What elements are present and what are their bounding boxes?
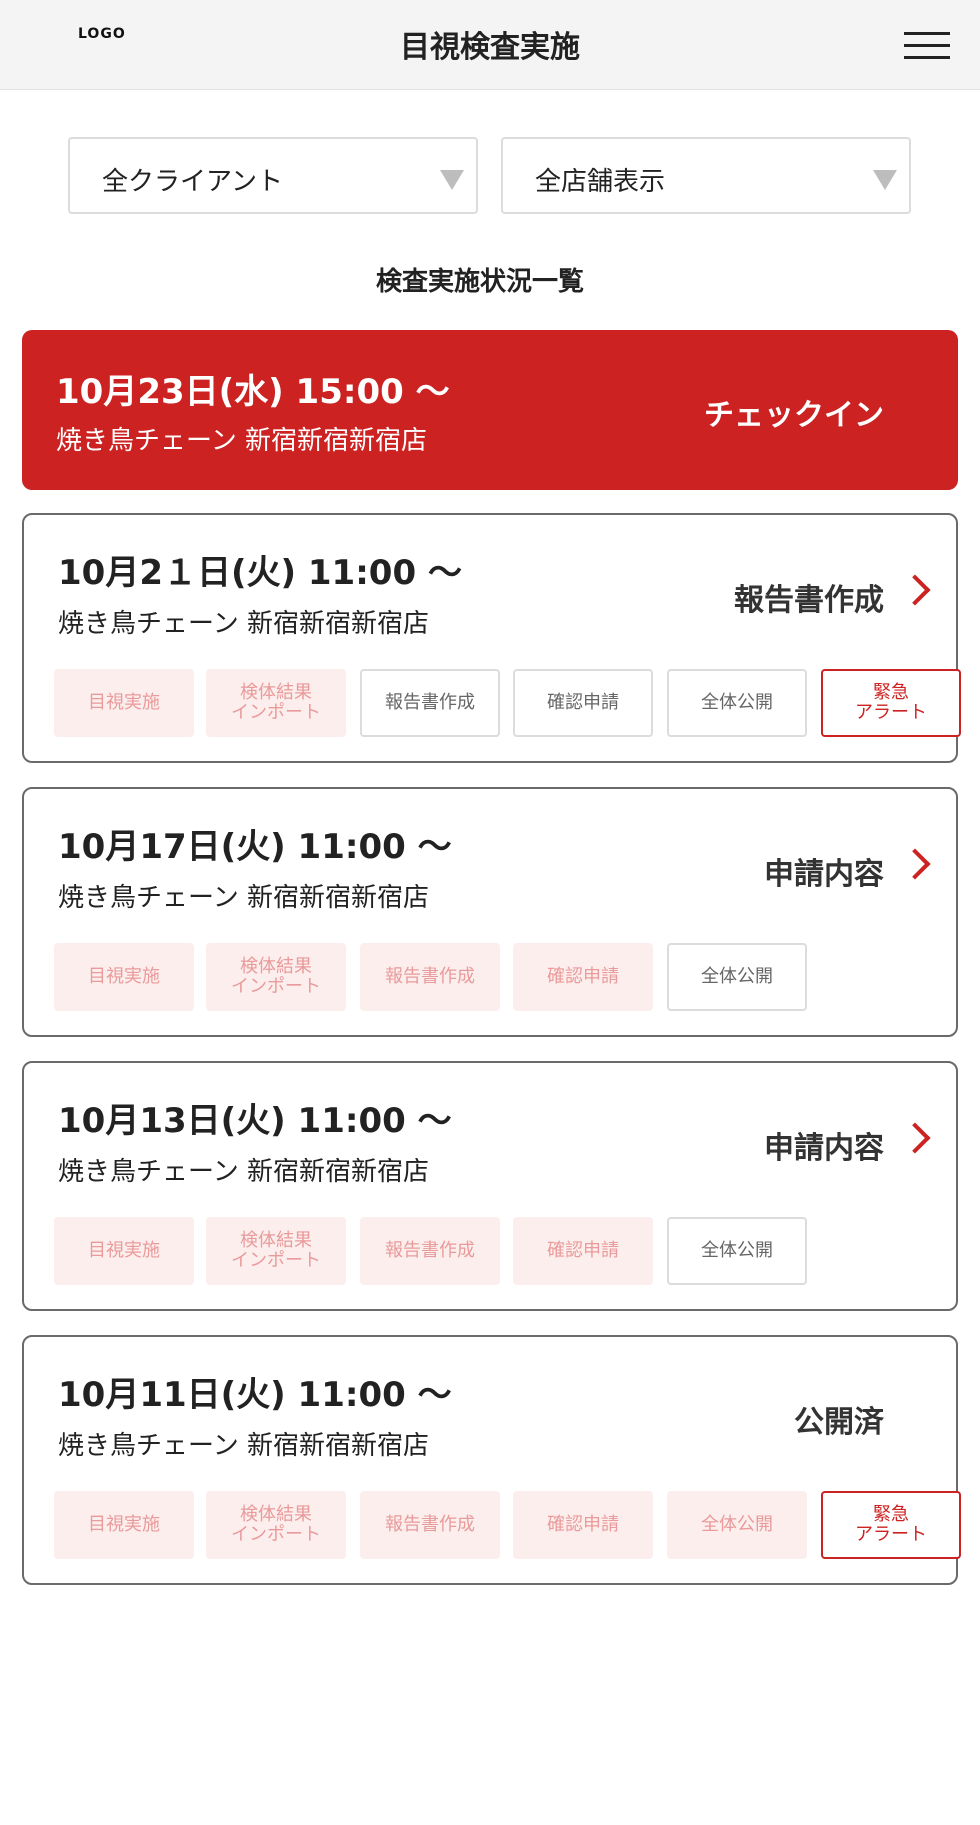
chevron-right-icon[interactable]	[899, 1122, 931, 1154]
published-status: 公開済	[794, 1405, 884, 1440]
emergency-alert-button[interactable]: 緊急 アラート	[821, 669, 961, 737]
page-title: 目視検査実施	[400, 30, 580, 65]
client-select-value: 全クライアント	[102, 167, 283, 197]
store-select-value: 全店舗表示	[535, 167, 666, 197]
store-select[interactable]: 全店舗表示	[501, 137, 911, 214]
step-visual-inspection: 目視実施	[54, 1491, 194, 1559]
step-visual-inspection: 目視実施	[54, 669, 194, 737]
inspection-date: 10月23日(水) 15:00 〜	[56, 372, 450, 412]
step-publish: 全体公開	[667, 1217, 807, 1285]
client-select[interactable]: 全クライアント	[68, 137, 478, 214]
step-approval-request: 確認申請	[513, 1217, 653, 1285]
step-visual-inspection: 目視実施	[54, 1217, 194, 1285]
app-header: LOGO 目視検査実施	[0, 0, 980, 90]
store-name: 焼き鳥チェーン 新宿新宿新宿店	[58, 1157, 429, 1187]
card-action-link[interactable]: 申請内容	[764, 1123, 884, 1167]
step-approval-request: 確認申請	[513, 1491, 653, 1559]
store-name: 焼き鳥チェーン 新宿新宿新宿店	[58, 1431, 429, 1461]
emergency-alert-button[interactable]: 緊急 アラート	[821, 1491, 961, 1559]
step-report: 報告書作成	[360, 1217, 500, 1285]
chevron-right-icon[interactable]	[899, 848, 931, 880]
card-action-link[interactable]: 報告書作成	[734, 575, 884, 619]
dropdown-arrow-icon	[873, 170, 897, 190]
step-report: 報告書作成	[360, 943, 500, 1011]
card-action-link[interactable]: 申請内容	[764, 849, 884, 893]
inspection-card[interactable]: 10月11日(火) 11:00 〜 焼き鳥チェーン 新宿新宿新宿店 公開済 目視…	[22, 1335, 961, 1585]
inspection-date: 10月17日(火) 11:00 〜	[58, 827, 452, 867]
step-report: 報告書作成	[360, 669, 500, 737]
checkin-button[interactable]: チェックイン	[704, 390, 884, 434]
store-name: 焼き鳥チェーン 新宿新宿新宿店	[58, 609, 429, 639]
inspection-card[interactable]: 10月13日(火) 11:00 〜 焼き鳥チェーン 新宿新宿新宿店 申請内容 目…	[22, 1061, 958, 1311]
inspection-date: 10月13日(火) 11:00 〜	[58, 1101, 452, 1141]
hamburger-menu-icon[interactable]	[904, 30, 950, 60]
step-import-results: 検体結果 インポート	[206, 669, 346, 737]
step-approval-request: 確認申請	[513, 943, 653, 1011]
store-name: 焼き鳥チェーン 新宿新宿新宿店	[58, 883, 429, 913]
step-publish: 全体公開	[667, 1491, 807, 1559]
step-visual-inspection: 目視実施	[54, 943, 194, 1011]
store-name: 焼き鳥チェーン 新宿新宿新宿店	[56, 426, 427, 456]
section-title: 検査実施状況一覧	[375, 267, 584, 297]
inspection-date: 10月11日(火) 11:00 〜	[58, 1375, 452, 1415]
step-approval-request: 確認申請	[513, 669, 653, 737]
inspection-card[interactable]: 10月17日(火) 11:00 〜 焼き鳥チェーン 新宿新宿新宿店 申請内容 目…	[22, 787, 958, 1037]
step-report: 報告書作成	[360, 1491, 500, 1559]
inspection-card[interactable]: 10月2１日(火) 11:00 〜 焼き鳥チェーン 新宿新宿新宿店 報告書作成 …	[22, 513, 961, 763]
chevron-right-icon[interactable]	[899, 574, 931, 606]
inspection-card[interactable]: 10月23日(水) 15:00 〜 焼き鳥チェーン 新宿新宿新宿店 チェックイン	[22, 330, 958, 490]
step-import-results: 検体結果 インポート	[206, 1217, 346, 1285]
step-publish: 全体公開	[667, 669, 807, 737]
step-import-results: 検体結果 インポート	[206, 943, 346, 1011]
dropdown-arrow-icon	[440, 170, 464, 190]
inspection-date: 10月2１日(火) 11:00 〜	[58, 553, 462, 593]
step-import-results: 検体結果 インポート	[206, 1491, 346, 1559]
step-publish: 全体公開	[667, 943, 807, 1011]
